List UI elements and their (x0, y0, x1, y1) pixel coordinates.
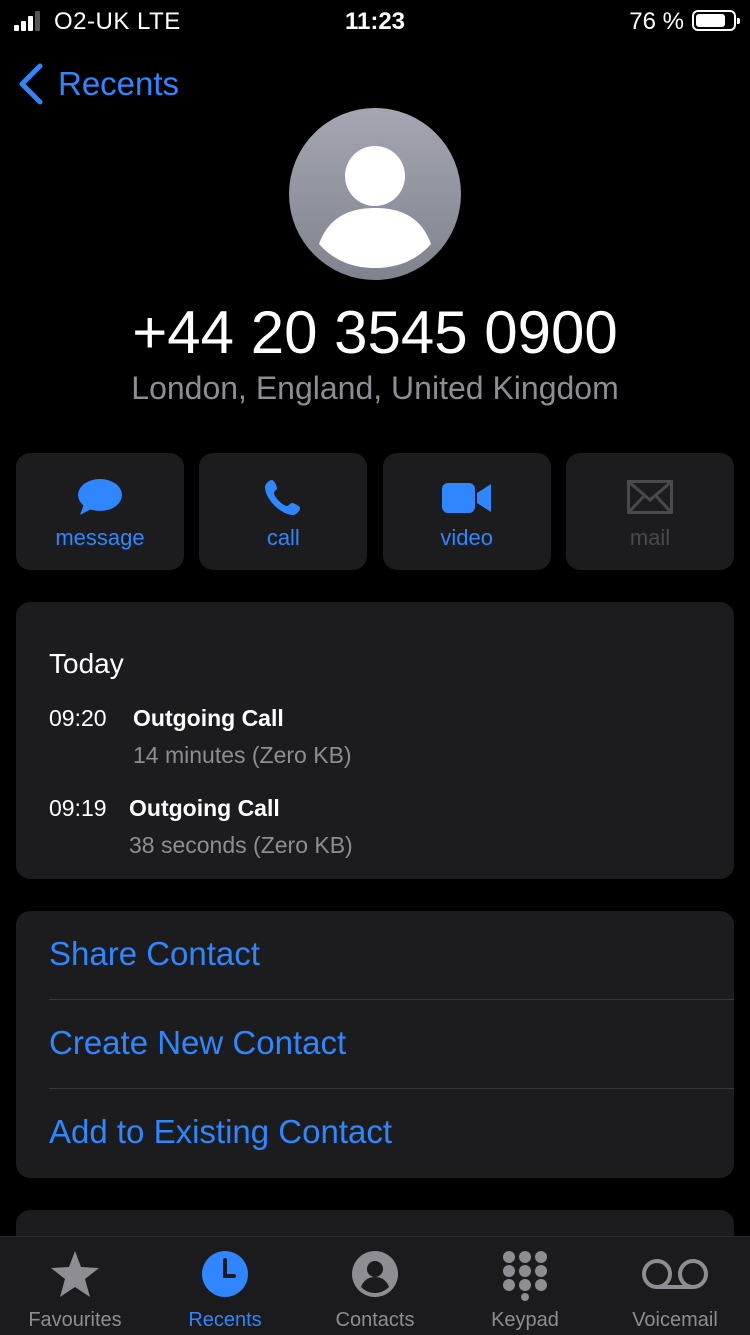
back-button[interactable]: Recents (16, 60, 179, 108)
call-type: Outgoing Call (129, 795, 280, 821)
mail-label: mail (629, 525, 671, 550)
caller-location: London, England, United Kingdom (131, 370, 619, 406)
tab-voicemail[interactable]: Voicemail (600, 1237, 750, 1335)
tab-contacts-label: Contacts (335, 1309, 415, 1331)
call-history-card: Today 09:20 Outgoing Call 14 minutes (Ze… (16, 602, 734, 879)
person-silhouette-icon (319, 146, 431, 268)
tab-favourites[interactable]: Favourites (0, 1237, 150, 1335)
phone-icon (265, 480, 301, 515)
person-circle-icon (352, 1251, 398, 1297)
share-contact-row[interactable]: Share Contact (49, 911, 734, 1000)
call-time: 09:20 (49, 705, 107, 731)
clock-icon (202, 1251, 248, 1297)
add-to-existing-contact-row[interactable]: Add to Existing Contact (49, 1089, 734, 1178)
call-button[interactable]: call (199, 453, 368, 570)
status-bar: O2-UK LTE 11:23 76 % (0, 0, 750, 44)
phone-number: +44 20 3545 0900 (132, 299, 618, 366)
message-bubble-icon (78, 479, 122, 515)
call-duration: 14 minutes (Zero KB) (133, 742, 352, 768)
video-label: video (440, 525, 493, 550)
tab-voicemail-label: Voicemail (632, 1309, 718, 1331)
tab-favourites-label: Favourites (28, 1309, 122, 1331)
contact-actions-card: Share Contact Create New Contact Add to … (16, 911, 734, 1178)
battery-icon (692, 10, 740, 31)
star-icon (51, 1251, 99, 1297)
tab-keypad[interactable]: Keypad (450, 1237, 600, 1335)
message-button[interactable]: message (16, 453, 184, 570)
tab-bar: Favourites Recents Contacts Keypad Voice… (0, 1236, 750, 1335)
back-label: Recents (58, 65, 180, 102)
avatar (289, 108, 461, 280)
battery-percentage: 76 % (629, 8, 684, 35)
call-history-day: Today (49, 648, 124, 679)
action-row: message call video mail (16, 453, 734, 570)
keypad-icon (503, 1251, 547, 1301)
tab-recents-label: Recents (188, 1309, 262, 1331)
video-camera-icon (441, 483, 491, 513)
add-to-existing-contact-label: Add to Existing Contact (49, 1113, 393, 1150)
tab-recents[interactable]: Recents (150, 1237, 300, 1335)
tab-contacts[interactable]: Contacts (300, 1237, 450, 1335)
call-type: Outgoing Call (133, 705, 284, 731)
share-contact-label: Share Contact (49, 935, 260, 972)
call-duration: 38 seconds (Zero KB) (129, 832, 353, 858)
mail-button[interactable]: mail (565, 453, 734, 570)
voicemail-icon (642, 1259, 708, 1289)
envelope-icon (626, 480, 673, 514)
chevron-left-icon (19, 63, 43, 105)
tab-keypad-label: Keypad (491, 1309, 559, 1331)
create-new-contact-label: Create New Contact (49, 1024, 347, 1061)
call-time: 09:19 (49, 795, 107, 821)
video-button[interactable]: video (382, 453, 551, 570)
create-new-contact-row[interactable]: Create New Contact (49, 1000, 734, 1089)
message-label: message (55, 525, 145, 550)
call-label: call (266, 525, 300, 550)
